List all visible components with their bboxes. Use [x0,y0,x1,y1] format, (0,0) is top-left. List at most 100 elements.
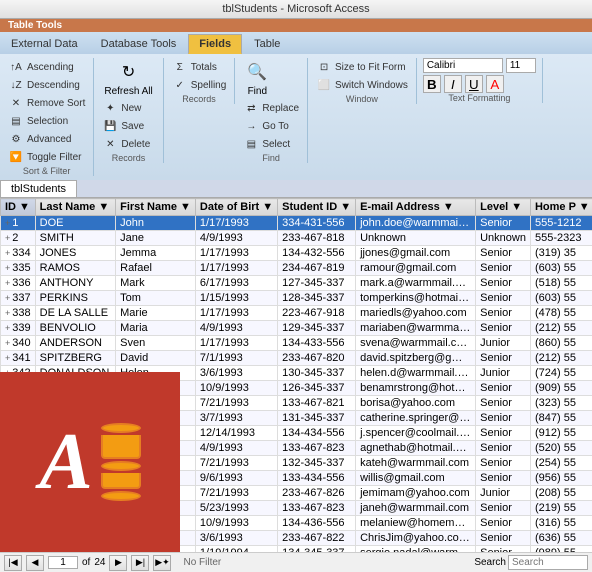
col-header-id[interactable]: ID ▼ [1,199,36,216]
cell-2: Jane [116,231,196,246]
font-name-input[interactable] [423,58,503,73]
row-expander[interactable]: + [5,353,10,363]
totals-button[interactable]: Σ Totals [170,58,219,76]
row-expander[interactable]: + [5,308,10,318]
tab-strip: tblStudents [0,180,592,198]
table-row[interactable]: +334JONESJemma1/17/1993134-432-556jjones… [1,246,592,261]
db-disk-3 [101,491,141,501]
table-area: ID ▼ Last Name ▼ First Name ▼ Date of Bi… [0,198,592,552]
ribbon-tabs: External Data Database Tools Fields Tabl… [0,32,592,54]
tab-database-tools[interactable]: Database Tools [90,34,188,54]
nav-prev-button[interactable]: ◀ [26,555,44,571]
tab-fields[interactable]: Fields [188,34,242,54]
table-row[interactable]: +341SPITZBERGDavid7/1/1993233-467-820dav… [1,351,592,366]
cell-6: Junior [476,336,531,351]
cell-5: willis@gmail.com [356,471,476,486]
row-expander[interactable]: + [5,323,10,333]
delete-button[interactable]: ✕ Delete [100,135,152,153]
tab-table[interactable]: Table [243,34,291,54]
table-row[interactable]: +337PERKINSTom1/15/1993128-345-337tomper… [1,291,592,306]
cell-6: Senior [476,456,531,471]
selection-button[interactable]: ▤ Selection [6,112,70,130]
table-row[interactable]: +340ANDERSONSven1/17/1993134-433-556sven… [1,336,592,351]
save-button[interactable]: 💾 Save [100,117,146,135]
db-cylinder-2 [101,473,141,489]
cell-5: svena@warmmail.com [356,336,476,351]
cell-3: 3/7/1993 [195,411,277,426]
col-header-dob[interactable]: Date of Birt ▼ [195,199,277,216]
selection-icon: ▤ [8,113,24,129]
nav-first-button[interactable]: |◀ [4,555,22,571]
cell-6: Senior [476,411,531,426]
cell-2: Mark [116,276,196,291]
advanced-button[interactable]: ⚙ Advanced [6,130,73,148]
row-expander[interactable]: + [5,293,10,303]
find-button[interactable]: 🔍 Find [241,58,273,99]
nav-new-button[interactable]: ▶✦ [153,555,171,571]
switch-windows-button[interactable]: ⬜ Switch Windows [314,76,410,94]
cell-4: 133-467-821 [278,396,356,411]
new-record-button[interactable]: ✦ New [100,99,143,117]
cell-5: janeh@warmmail.com [356,501,476,516]
toggle-filter-button[interactable]: 🔽 Toggle Filter [6,148,83,166]
refresh-all-button[interactable]: ↻ Refresh All [100,58,156,99]
col-header-studentid[interactable]: Student ID ▼ [278,199,356,216]
cell-7: (603) 55 [530,291,592,306]
tblstudents-tab[interactable]: tblStudents [0,180,77,197]
table-row[interactable]: +338DE LA SALLEMarie1/17/1993223-467-918… [1,306,592,321]
col-header-email[interactable]: E-mail Address ▼ [356,199,476,216]
italic-button[interactable]: I [444,75,462,93]
underline-button[interactable]: U [465,75,483,93]
nav-last-button[interactable]: ▶| [131,555,149,571]
col-header-homep[interactable]: Home P ▼ [530,199,592,216]
cell-7: (518) 55 [530,276,592,291]
ascending-button[interactable]: ↑A Ascending [6,58,76,76]
table-row[interactable]: +2SMITHJane4/9/1993233-467-818UnknownUnk… [1,231,592,246]
cell-0: +334 [1,246,36,261]
cell-7: (316) 55 [530,516,592,531]
row-expander[interactable]: + [5,278,10,288]
row-expander[interactable]: + [5,263,10,273]
nav-current-input[interactable] [48,556,78,569]
spelling-button[interactable]: ✓ Spelling [170,76,229,94]
table-row[interactable]: +335RAMOSRafael1/17/1993234-467-819ramou… [1,261,592,276]
cell-3: 7/21/1993 [195,456,277,471]
col-header-level[interactable]: Level ▼ [476,199,531,216]
row-expander[interactable]: + [5,218,10,228]
col-header-lastname[interactable]: Last Name ▼ [35,199,116,216]
row-expander[interactable]: + [5,248,10,258]
font-size-input[interactable] [506,58,536,73]
row-expander[interactable]: + [5,338,10,348]
cell-4: 132-345-337 [278,456,356,471]
font-controls: B I U A [423,58,536,93]
table-tools-label: Table Tools [0,19,592,32]
cell-7: (323) 55 [530,396,592,411]
bold-button[interactable]: B [423,75,441,93]
cell-6: Senior [476,531,531,546]
cell-5: david.spitzberg@gmail.com [356,351,476,366]
cell-7: (860) 55 [530,336,592,351]
cell-1: PERKINS [35,291,116,306]
cell-1: BENVOLIO [35,321,116,336]
remove-sort-button[interactable]: ✕ Remove Sort [6,94,87,112]
cell-3: 1/19/1994 [195,546,277,553]
search-input[interactable] [508,555,588,570]
cell-3: 4/9/1993 [195,321,277,336]
descending-button[interactable]: ↓Z Descending [6,76,82,94]
col-header-firstname[interactable]: First Name ▼ [116,199,196,216]
table-row[interactable]: +1DOEJohn1/17/1993334-431-556john.doe@wa… [1,216,592,231]
font-color-button[interactable]: A [486,75,504,93]
cell-5: mariaben@warmmail.com [356,321,476,336]
tab-external-data[interactable]: External Data [0,34,89,54]
row-expander[interactable]: + [5,233,10,243]
goto-button[interactable]: → Go To [241,117,291,135]
cell-3: 1/15/1993 [195,291,277,306]
select-button[interactable]: ▤ Select [241,135,292,153]
cell-3: 4/9/1993 [195,441,277,456]
size-to-fit-button[interactable]: ⊡ Size to Fit Form [314,58,408,76]
table-row[interactable]: +339BENVOLIOMaria4/9/1993129-345-337mari… [1,321,592,336]
table-row[interactable]: +336ANTHONYMark6/17/1993127-345-337mark.… [1,276,592,291]
cell-7: (989) 55 [530,546,592,553]
nav-next-button[interactable]: ▶ [109,555,127,571]
replace-button[interactable]: ⇄ Replace [241,99,301,117]
